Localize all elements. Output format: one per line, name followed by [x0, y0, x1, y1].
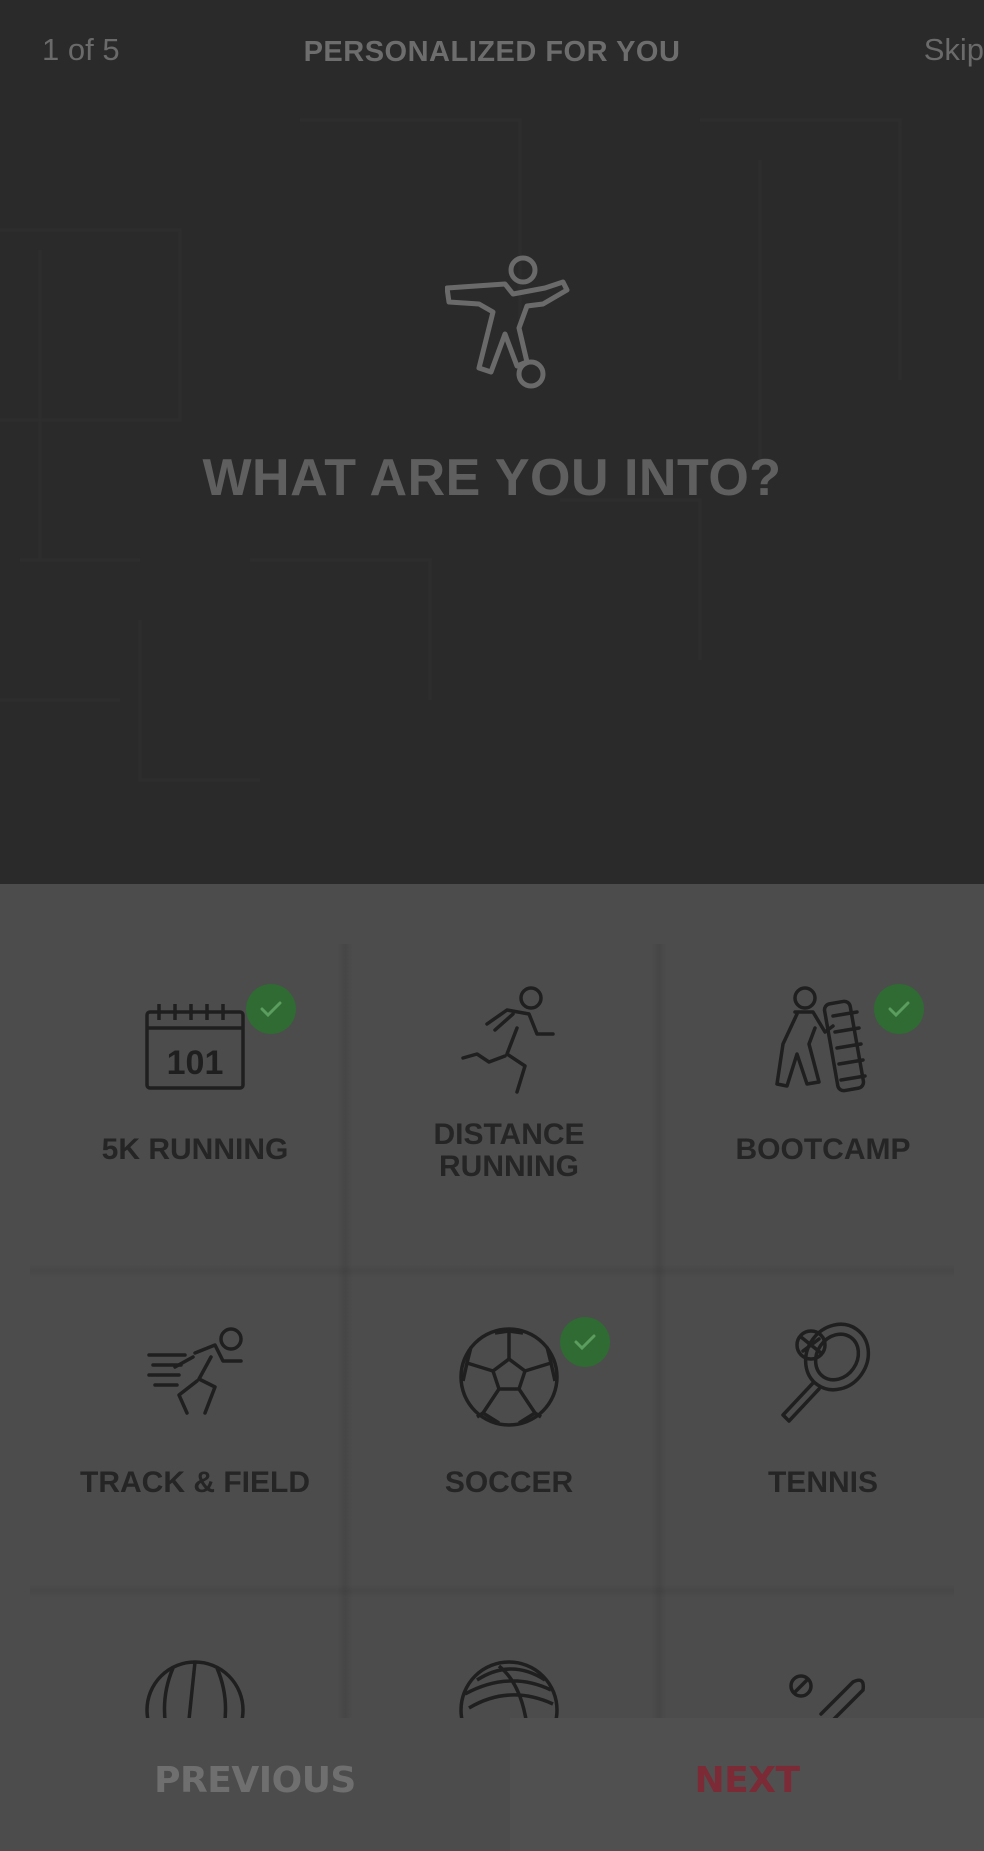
- activity-label: 5K RUNNING: [101, 1133, 289, 1166]
- question-heading: WHAT ARE YOU INTO?: [202, 449, 782, 507]
- activity-label: BOOTCAMP: [735, 1133, 911, 1166]
- svg-text:101: 101: [167, 1044, 224, 1082]
- next-button[interactable]: NEXT: [510, 1718, 984, 1851]
- previous-label: PREVIOUS: [154, 1760, 356, 1801]
- tire-flip-icon: [775, 986, 867, 1093]
- soccer-player-icon: [445, 255, 570, 389]
- sprinter-icon: [147, 1327, 243, 1415]
- hero-background-graphic: [0, 118, 902, 782]
- activity-tile-soccer[interactable]: SOCCER: [360, 1267, 658, 1577]
- previous-button[interactable]: PREVIOUS: [0, 1718, 510, 1851]
- activity-tile-volleyball[interactable]: [360, 1600, 658, 1724]
- activity-tile-bootcamp[interactable]: BOOTCAMP: [674, 934, 972, 1244]
- baseball-icon: [789, 1674, 866, 1724]
- hero-section: 1 of 5 PERSONALIZED FOR YOU Skip WHAT AR…: [0, 0, 984, 884]
- skip-button[interactable]: Skip: [924, 32, 984, 68]
- selected-check-icon: [560, 1317, 610, 1367]
- activity-grid: 101 5K RUNNING DISTANCERUNNING BOOTCAMP: [0, 884, 984, 1724]
- activity-tile-track-field[interactable]: TRACK & FIELD: [46, 1267, 344, 1577]
- footer-nav: PREVIOUS NEXT: [0, 1718, 984, 1851]
- calendar-101-icon: 101: [145, 1004, 245, 1090]
- selected-check-icon: [246, 984, 296, 1034]
- top-bar: 1 of 5 PERSONALIZED FOR YOU Skip: [0, 0, 984, 110]
- activity-tile-tennis[interactable]: TENNIS: [674, 1267, 972, 1577]
- activity-tile-basketball[interactable]: [46, 1600, 344, 1724]
- runner-icon: [461, 986, 555, 1094]
- grid-divider: [30, 1584, 954, 1598]
- next-label: NEXT: [694, 1760, 800, 1801]
- basketball-icon: [145, 1660, 245, 1724]
- soccer-ball-icon: [459, 1327, 559, 1427]
- activity-label: DISTANCE RUNNING: [433, 1118, 585, 1183]
- page-title: PERSONALIZED FOR YOU: [303, 36, 681, 68]
- selected-check-icon: [874, 984, 924, 1034]
- activity-label: SOCCER: [444, 1466, 574, 1499]
- activity-tile-baseball[interactable]: [674, 1600, 972, 1724]
- activity-tile-5k-running[interactable]: 101 5K RUNNING: [46, 934, 344, 1244]
- activity-label: TRACK & FIELD: [80, 1466, 310, 1499]
- tennis-racket-icon: [781, 1322, 871, 1423]
- volleyball-icon: [459, 1660, 559, 1724]
- activity-tile-distance-running[interactable]: DISTANCE RUNNING: [360, 934, 658, 1244]
- activity-label: TENNIS: [767, 1466, 878, 1499]
